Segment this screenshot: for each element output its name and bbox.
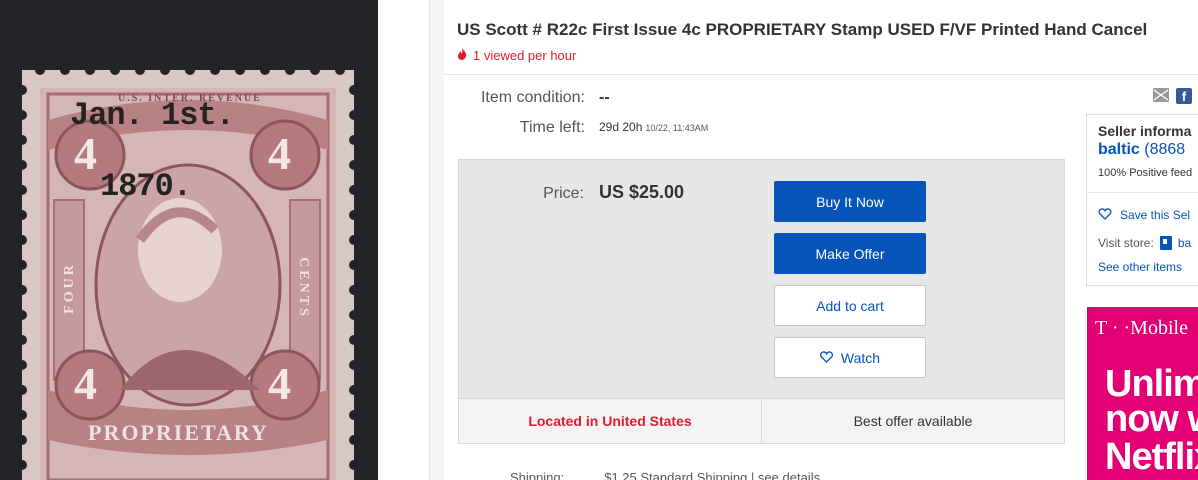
time-left-label: Time left: <box>519 119 585 136</box>
seller-name-row: baltic (8868 <box>1098 141 1185 159</box>
tmobile-ad[interactable]: T · ·Mobile Unlim now w Netflix <box>1087 307 1198 480</box>
stamp-overprint-line2: 1870. <box>100 168 192 205</box>
seller-divider <box>1087 192 1198 193</box>
listing-page: 4 4 4 4 U.S. INTER. REVENUE FOUR CENTS P… <box>0 0 1198 480</box>
hot-text: 1 viewed per hour <box>473 48 577 63</box>
item-title: US Scott # R22c First Issue 4c PROPRIETA… <box>457 20 1148 39</box>
seller-feedback-count[interactable]: (8868 <box>1144 141 1185 158</box>
time-left-end: 10/22, 11:43AM <box>645 123 709 133</box>
item-location: Located in United States <box>459 399 762 443</box>
visit-store-row: Visit store: ba <box>1098 236 1191 250</box>
time-left-value: 29d 20h <box>599 120 643 134</box>
stamp-denomination-tl: 4 <box>74 128 97 179</box>
price-value: US $25.00 <box>599 182 685 202</box>
item-image-panel[interactable]: 4 4 4 4 U.S. INTER. REVENUE FOUR CENTS P… <box>0 0 378 480</box>
time-left: 29d 20h 10/22, 11:43AM <box>599 120 708 134</box>
title-divider <box>444 74 1198 75</box>
stamp-denomination-bl: 4 <box>74 358 97 409</box>
facebook-icon[interactable]: f <box>1176 88 1192 104</box>
ad-headline-2: now w <box>1105 398 1198 440</box>
ad-brand-logo: T · ·Mobile <box>1095 317 1188 339</box>
seller-name-link[interactable]: baltic <box>1098 141 1140 158</box>
stamp-side-left: FOUR <box>61 262 77 314</box>
stamp-overprint-line1: Jan. 1st. <box>70 97 235 134</box>
make-offer-button[interactable]: Make Offer <box>774 233 926 274</box>
shipping-label: Shipping: <box>510 470 565 480</box>
buy-it-now-button[interactable]: Buy It Now <box>774 181 926 222</box>
store-link[interactable]: ba <box>1178 236 1191 250</box>
save-seller-label: Save this Sel <box>1120 208 1191 222</box>
best-offer-note: Best offer available <box>853 413 973 429</box>
heart-icon <box>819 350 833 366</box>
save-seller-link[interactable]: Save this Sel <box>1098 207 1190 223</box>
add-to-cart-button[interactable]: Add to cart <box>774 285 926 326</box>
stamp-side-right: CENTS <box>295 257 311 319</box>
store-icon <box>1159 236 1172 250</box>
heart-icon <box>1098 207 1112 223</box>
image-gallery-gutter <box>430 0 444 480</box>
flame-icon <box>457 48 467 63</box>
condition-value: -- <box>599 89 610 106</box>
ad-headline-3: Netflix <box>1105 436 1198 478</box>
seller-positive-feedback: 100% Positive feed <box>1098 167 1193 179</box>
price-label: Price: <box>543 185 584 202</box>
see-other-items-link[interactable]: See other items <box>1098 260 1182 274</box>
visit-store-label: Visit store: <box>1098 236 1154 250</box>
hot-indicator: 1 viewed per hour <box>457 48 576 63</box>
image-gallery-area <box>378 0 430 480</box>
watch-label: Watch <box>840 349 881 366</box>
stamp-bottom-text: PROPRIETARY <box>88 420 269 445</box>
watch-button[interactable]: Watch <box>774 337 926 378</box>
seller-info-title: Seller informa <box>1098 123 1192 139</box>
shipping-value: $1.25 Standard Shipping | see details <box>604 470 821 480</box>
condition-label: Item condition: <box>480 89 585 106</box>
buy-box-footer: Located in United States Best offer avai… <box>459 398 1064 443</box>
stamp-denomination-br: 4 <box>268 358 291 409</box>
stamp-denomination-tr: 4 <box>268 128 291 179</box>
stamp-image <box>17 65 359 480</box>
mail-icon[interactable] <box>1153 88 1169 102</box>
shipping-row: Shipping: $1.25 Standard Shipping | see d… <box>510 470 820 480</box>
